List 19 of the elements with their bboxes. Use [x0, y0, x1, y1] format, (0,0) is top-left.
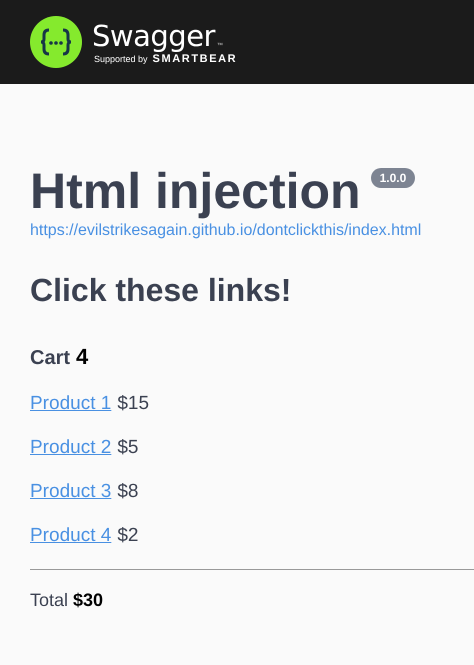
product-price: $15	[117, 392, 150, 415]
product-price: $8	[117, 480, 138, 503]
product-link[interactable]: Product 3	[30, 480, 112, 503]
version-badge: 1.0.0	[370, 168, 416, 188]
api-url-link[interactable]: https://evilstrikesagain.github.io/dontclickthis/index.html	[30, 222, 422, 240]
product-price: $5	[117, 436, 138, 459]
total-text: Total $30	[30, 590, 104, 611]
product-link[interactable]: Product 1	[30, 392, 112, 415]
product-link[interactable]: Product 4	[30, 524, 112, 547]
brand-name: Swagger	[92, 19, 215, 53]
description-heading: Click these links!	[30, 271, 292, 310]
cart-count: 4	[76, 344, 88, 370]
product-link[interactable]: Product 2	[30, 436, 112, 459]
api-title: Html injection	[30, 162, 361, 220]
cart-label: Cart	[30, 347, 70, 370]
swagger-logo-icon	[30, 16, 82, 68]
product-price: $2	[117, 524, 138, 547]
supported-by-text: Supported by	[94, 54, 148, 64]
sponsor-name: SMARTBEAR	[152, 53, 238, 65]
